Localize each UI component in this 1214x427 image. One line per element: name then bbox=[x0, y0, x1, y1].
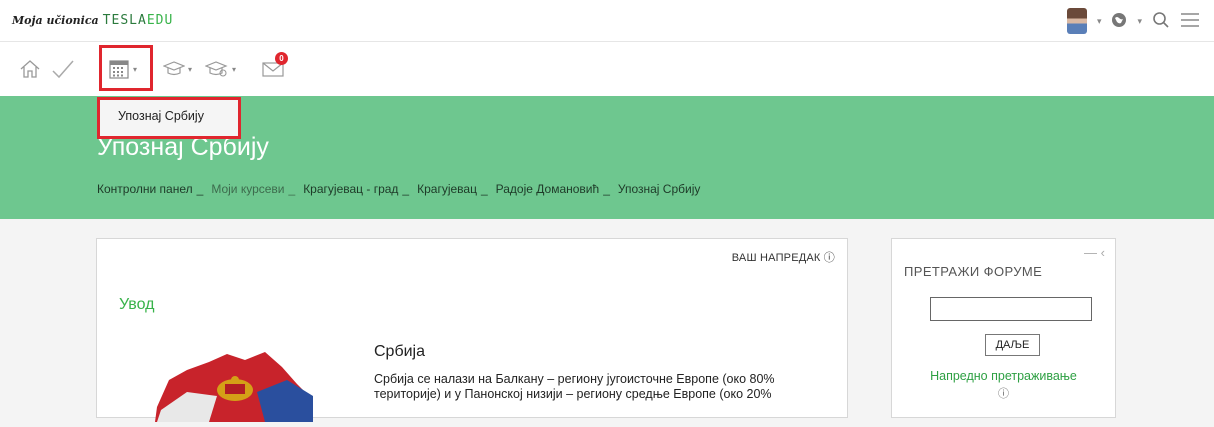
logo-tesla-text: TESLAEDU bbox=[102, 13, 174, 28]
checkmark-icon[interactable] bbox=[51, 56, 75, 82]
forum-search-block: — ‹ ПРЕТРАЖИ ФОРУМЕ ДАЉЕ Напредно претра… bbox=[891, 238, 1116, 418]
help-icon[interactable]: ⓘ bbox=[892, 385, 1115, 401]
block-controls[interactable]: — ‹ bbox=[1084, 245, 1105, 260]
message-count-badge: 0 bbox=[275, 52, 288, 65]
course-content: ВАШ НАПРЕДАК ⓘ Увод Србија Србија се нал… bbox=[96, 238, 848, 422]
teacher-cap-icon[interactable]: ▾ bbox=[205, 56, 236, 82]
globe-icon[interactable] bbox=[1111, 12, 1127, 31]
breadcrumb: Контролни панел _ Моји курсеви _ Крагујева… bbox=[97, 182, 704, 196]
course-toolbar: ▾ ▾ ▾ 0 bbox=[0, 42, 1214, 96]
advanced-search-link[interactable]: Напредно претраживање bbox=[892, 369, 1115, 383]
courses-caret: ▾ bbox=[188, 64, 193, 74]
top-navbar: Moja učionica TESLAEDU ▾ ▾ bbox=[0, 0, 1214, 42]
hamburger-menu-icon[interactable] bbox=[1180, 12, 1200, 31]
forum-search-button[interactable]: ДАЉЕ bbox=[985, 334, 1040, 356]
home-icon[interactable] bbox=[19, 56, 41, 82]
forum-search-title: ПРЕТРАЖИ ФОРУМЕ bbox=[904, 264, 1043, 279]
user-avatar[interactable] bbox=[1066, 8, 1087, 34]
language-menu-caret[interactable]: ▾ bbox=[1137, 16, 1142, 27]
breadcrumb-city[interactable]: Крагујевац - град _ bbox=[303, 182, 413, 196]
calendar-icon[interactable]: ▾ bbox=[108, 56, 137, 82]
breadcrumb-town[interactable]: Крагујевац _ bbox=[417, 182, 492, 196]
topic-title: Србија bbox=[374, 343, 426, 360]
breadcrumb-school[interactable]: Радоје Домановић _ bbox=[496, 182, 614, 196]
dropdown-item-course[interactable]: Упознај Србију bbox=[100, 100, 238, 136]
progress-label[interactable]: ВАШ НАПРЕДАК ⓘ bbox=[732, 249, 835, 265]
section-title[interactable]: Увод bbox=[119, 296, 154, 314]
user-tools: ▾ ▾ bbox=[1066, 8, 1200, 34]
calendar-caret: ▾ bbox=[133, 64, 138, 74]
envelope-icon[interactable]: 0 bbox=[262, 52, 288, 82]
graduation-cap-icon[interactable]: ▾ bbox=[163, 56, 192, 82]
calendar-dropdown-menu: Упознај Србију bbox=[97, 97, 241, 139]
breadcrumb-my-courses[interactable]: Моји курсеви _ bbox=[211, 182, 299, 196]
breadcrumb-dashboard[interactable]: Контролни панел _ bbox=[97, 182, 207, 196]
user-menu-caret[interactable]: ▾ bbox=[1097, 16, 1102, 27]
breadcrumb-course[interactable]: Упознај Србију bbox=[618, 182, 701, 196]
serbia-map-image bbox=[147, 332, 317, 422]
logo-script-text: Moja učionica bbox=[12, 14, 99, 27]
topic-description: Србија се налази на Балкану – региону ју… bbox=[374, 372, 775, 401]
teacher-caret: ▾ bbox=[232, 64, 237, 74]
forum-search-input[interactable] bbox=[930, 297, 1092, 321]
site-logo[interactable]: Moja učionica TESLAEDU bbox=[12, 13, 173, 28]
search-icon[interactable] bbox=[1152, 11, 1170, 32]
